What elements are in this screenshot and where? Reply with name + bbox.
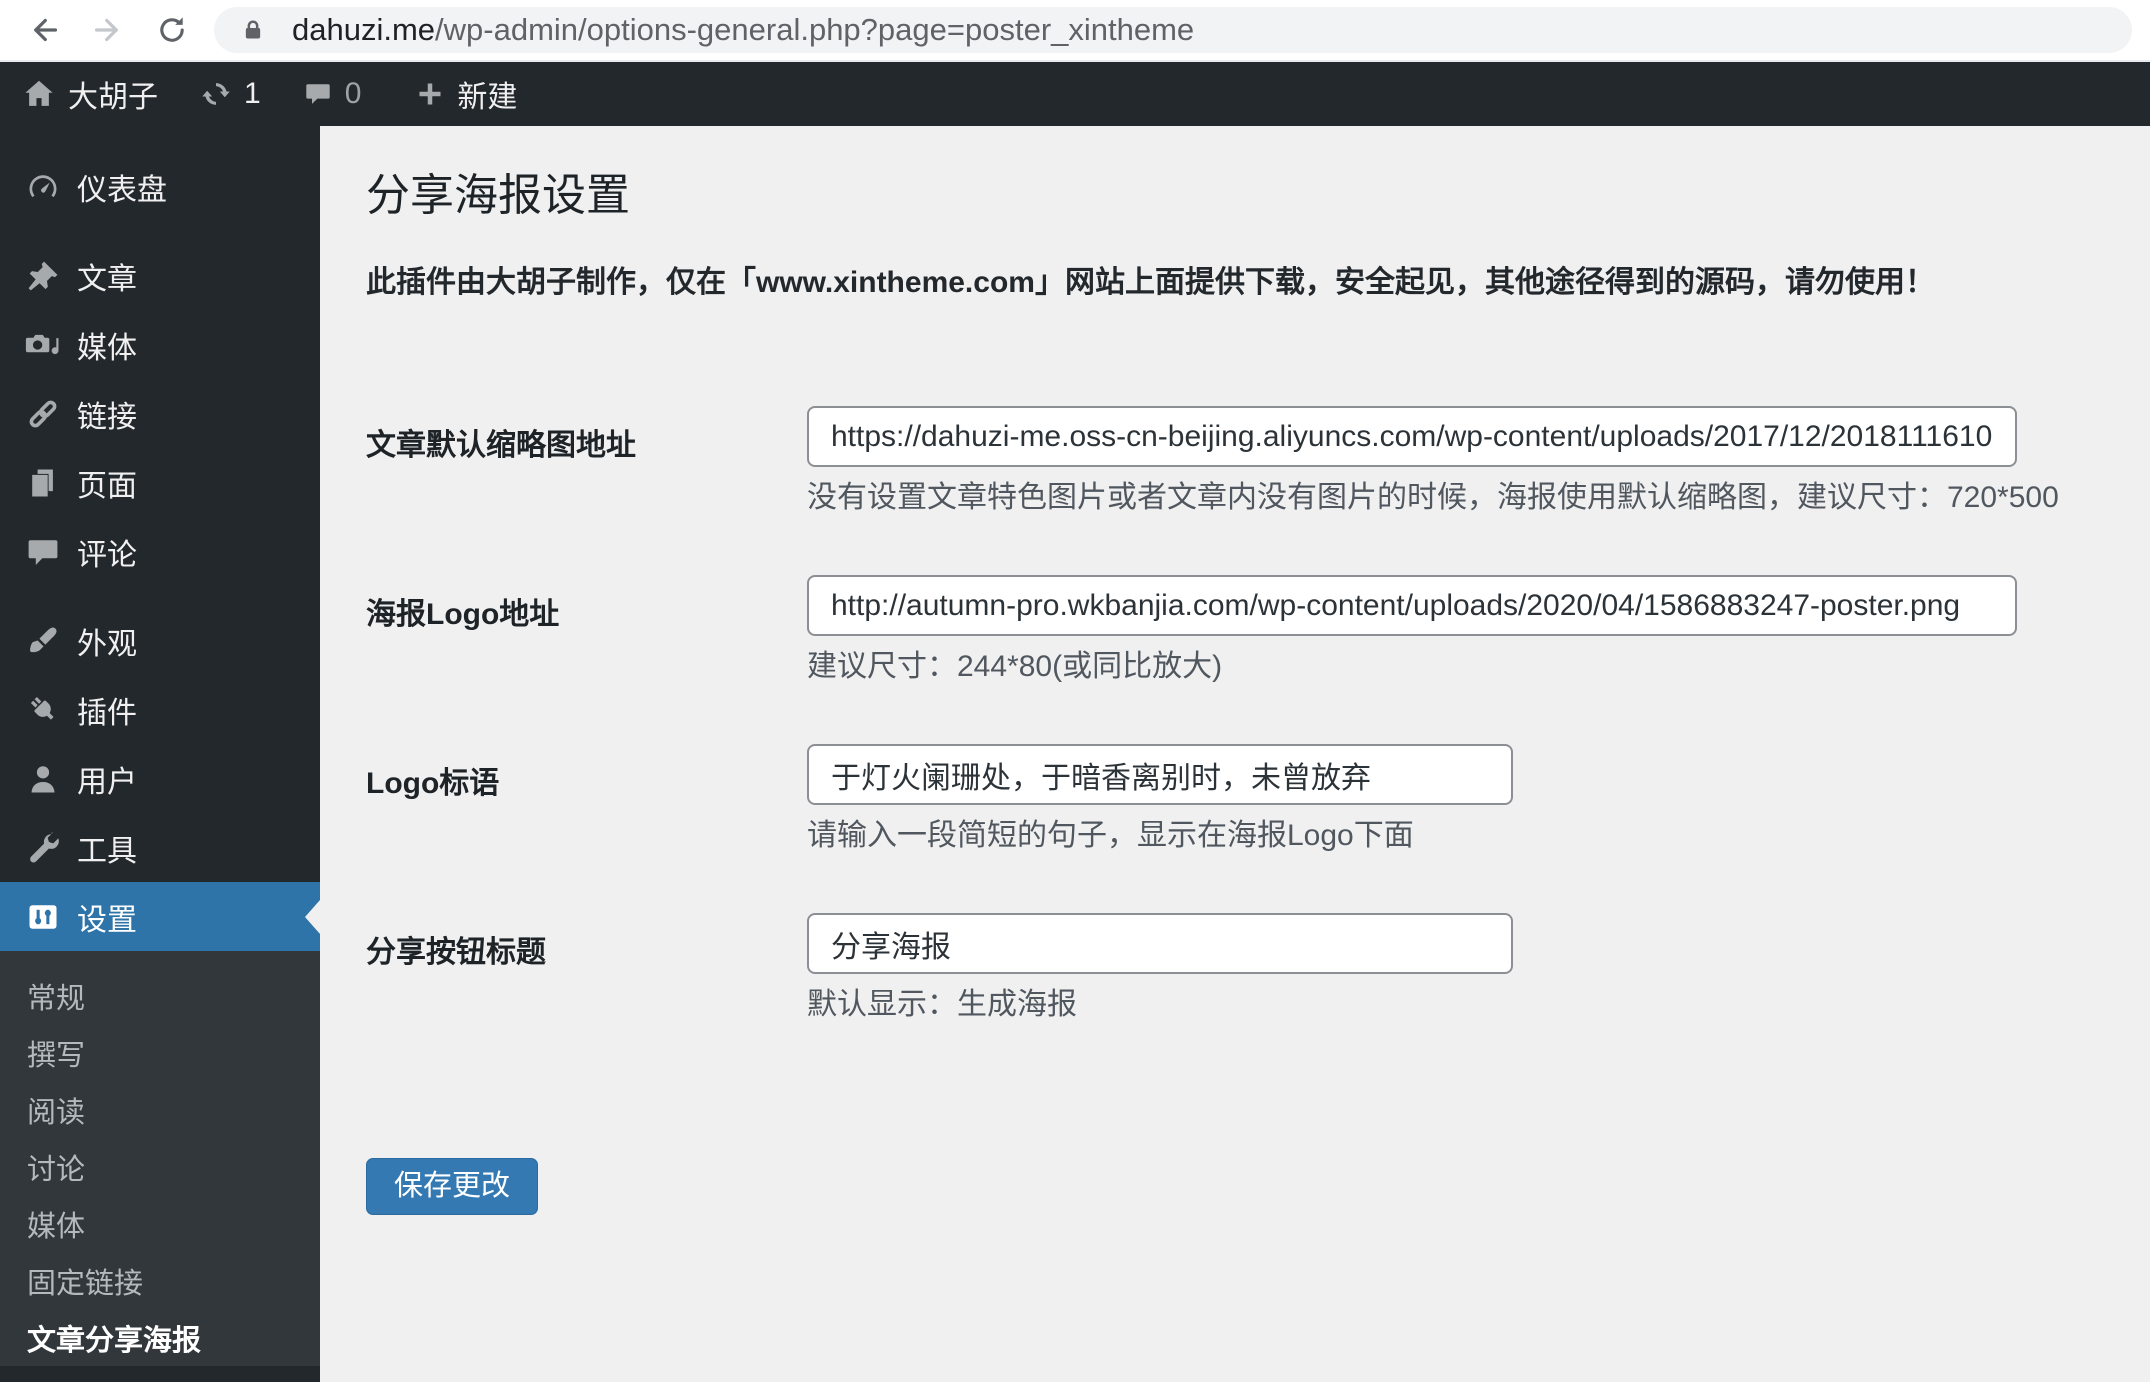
address-bar[interactable]: dahuzi.me/wp-admin/options-general.php?p… — [214, 7, 2132, 53]
plus-icon — [415, 79, 445, 109]
submenu-item-media[interactable]: 媒体 — [0, 1195, 320, 1252]
sidebar-item-label: 外观 — [77, 627, 137, 661]
screen: dahuzi.me/wp-admin/options-general.php?p… — [0, 0, 2150, 1382]
browser-forward-icon[interactable] — [82, 4, 134, 56]
sidebar-item-links[interactable]: 链接 — [0, 379, 320, 448]
sidebar-item-appearance[interactable]: 外观 — [0, 606, 320, 675]
main-content: 分享海报设置 此插件由大胡子制作，仅在「www.xintheme.com」网站上… — [320, 126, 2150, 1382]
admin-bar-new-label: 新建 — [457, 81, 518, 114]
sidebar-item-label: 设置 — [77, 903, 137, 937]
field-label-poster-logo-url: 海报Logo地址 — [366, 598, 560, 631]
sidebar-item-plugins[interactable]: 插件 — [0, 675, 320, 744]
admin-bar-comments[interactable]: 0 — [303, 77, 362, 111]
sidebar-item-users[interactable]: 用户 — [0, 744, 320, 813]
admin-bar-new[interactable]: 新建 — [415, 72, 517, 116]
field-help-share-button-title: 默认显示：生成海报 — [807, 988, 1077, 1021]
submenu-item-writing[interactable]: 撰写 — [0, 1024, 320, 1081]
field-help-logo-slogan: 请输入一段简短的句子，显示在海报Logo下面 — [807, 819, 1414, 852]
browser-back-icon[interactable] — [18, 4, 70, 56]
sidebar-item-media[interactable]: 媒体 — [0, 310, 320, 379]
home-icon — [22, 77, 56, 111]
sidebar-item-label: 仪表盘 — [77, 173, 167, 207]
url-host: dahuzi.me — [292, 12, 436, 47]
comment-count: 0 — [344, 77, 362, 110]
sidebar-item-label: 媒体 — [77, 331, 137, 365]
plugin-notice: 此插件由大胡子制作，仅在「www.xintheme.com」网站上面提供下载，安… — [366, 266, 1935, 299]
page-title: 分享海报设置 — [366, 171, 630, 220]
field-help-poster-logo-url: 建议尺寸：244*80(或同比放大) — [807, 650, 1223, 683]
sidebar-item-label: 插件 — [77, 696, 137, 730]
wrench-icon — [24, 830, 62, 866]
sidebar-item-label: 用户 — [77, 765, 137, 799]
field-input-share-button-title[interactable] — [807, 913, 1513, 974]
admin-sidebar: 仪表盘 文章 媒体 链接 页面 评论 外观 插件 用户 工具 设置 常规 撰写 阅读 讨论 媒体 固定链接 文章… — [0, 126, 320, 1382]
sidebar-item-comments[interactable]: 评论 — [0, 517, 320, 586]
pin-icon — [24, 258, 62, 294]
sidebar-item-label: 链接 — [77, 400, 137, 434]
field-label-logo-slogan: Logo标语 — [366, 767, 500, 800]
submenu-item-discussion[interactable]: 讨论 — [0, 1138, 320, 1195]
user-icon — [24, 761, 62, 797]
field-input-poster-logo-url[interactable] — [807, 575, 2017, 636]
sidebar-item-dashboard[interactable]: 仪表盘 — [0, 152, 320, 221]
browser-toolbar: dahuzi.me/wp-admin/options-general.php?p… — [0, 0, 2150, 62]
field-input-default-thumbnail-url[interactable] — [807, 406, 2017, 467]
form-row-share-button-title: 分享按钮标题默认显示：生成海报 — [366, 913, 2110, 1022]
sidebar-item-label: 工具 — [77, 834, 137, 868]
browser-reload-icon[interactable] — [146, 4, 198, 56]
dashboard-icon — [24, 169, 62, 205]
admin-bar-site-name: 大胡子 — [68, 81, 158, 114]
form-row-logo-slogan: Logo标语请输入一段简短的句子，显示在海报Logo下面 — [366, 744, 2110, 853]
form-row-poster-logo-url: 海报Logo地址建议尺寸：244*80(或同比放大) — [366, 575, 2110, 684]
plugin-icon — [24, 692, 62, 728]
brush-icon — [24, 623, 62, 659]
settings-form: 文章默认缩略图地址没有设置文章特色图片或者文章内没有图片的时候，海报使用默认缩略… — [366, 406, 2110, 1022]
media-icon — [24, 327, 62, 363]
sidebar-item-pages[interactable]: 页面 — [0, 448, 320, 517]
submenu-item-general[interactable]: 常规 — [0, 967, 320, 1024]
url-path: /wp-admin/options-general.php?page=poste… — [435, 12, 1195, 47]
comment-bubble-icon — [303, 79, 333, 109]
sidebar-item-posts[interactable]: 文章 — [0, 241, 320, 310]
updates-icon — [200, 78, 232, 110]
admin-bar-updates[interactable]: 1 — [200, 77, 261, 111]
save-changes-button[interactable]: 保存更改 — [366, 1158, 539, 1215]
form-row-default-thumbnail-url: 文章默认缩略图地址没有设置文章特色图片或者文章内没有图片的时候，海报使用默认缩略… — [366, 406, 2110, 515]
link-icon — [24, 396, 62, 432]
sidebar-item-label: 页面 — [77, 469, 137, 503]
field-label-default-thumbnail-url: 文章默认缩略图地址 — [366, 429, 636, 462]
comment-icon — [24, 534, 62, 570]
lock-icon — [240, 17, 266, 43]
settings-submenu: 常规 撰写 阅读 讨论 媒体 固定链接 文章分享海报 — [0, 951, 320, 1366]
field-help-default-thumbnail-url: 没有设置文章特色图片或者文章内没有图片的时候，海报使用默认缩略图，建议尺寸：72… — [807, 481, 2059, 514]
field-label-share-button-title: 分享按钮标题 — [366, 936, 546, 969]
sidebar-item-label: 文章 — [77, 262, 137, 296]
submenu-item-poster[interactable]: 文章分享海报 — [0, 1309, 320, 1366]
field-input-logo-slogan[interactable] — [807, 744, 1513, 805]
pages-icon — [24, 465, 62, 501]
update-count: 1 — [244, 77, 261, 110]
admin-menu: 仪表盘文章媒体链接页面评论外观插件用户工具设置 — [0, 126, 320, 951]
submenu-item-permalinks[interactable]: 固定链接 — [0, 1252, 320, 1309]
settings-icon — [24, 899, 62, 935]
sidebar-item-settings[interactable]: 设置 — [0, 882, 320, 951]
admin-bar-site-menu[interactable]: 大胡子 — [22, 72, 158, 116]
submenu-item-reading[interactable]: 阅读 — [0, 1081, 320, 1138]
url-text: dahuzi.me/wp-admin/options-general.php?p… — [292, 12, 1194, 48]
sidebar-item-tools[interactable]: 工具 — [0, 813, 320, 882]
sidebar-item-label: 评论 — [77, 538, 137, 572]
wp-admin-bar: 大胡子 1 0 新建 — [0, 62, 2150, 126]
